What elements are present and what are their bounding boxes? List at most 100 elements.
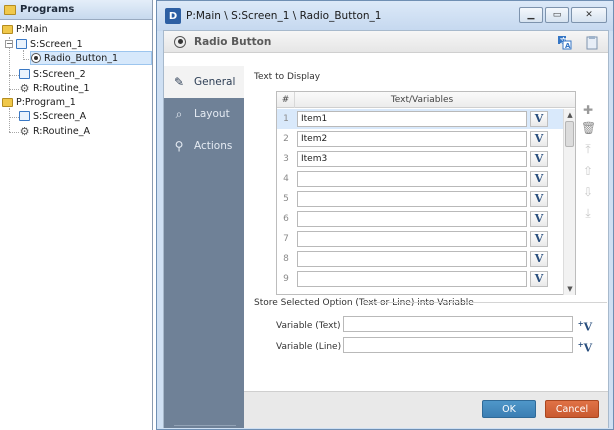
maximize-button[interactable]: ▭ <box>545 7 569 23</box>
delete-icon[interactable]: 🗑 <box>581 121 596 135</box>
row-number: 5 <box>283 194 289 204</box>
close-button[interactable]: ✕ <box>571 7 607 23</box>
move-up-icon[interactable]: ⇧ <box>581 164 595 178</box>
table-row[interactable]: 1 Item1 V <box>277 109 563 129</box>
variable-text-field[interactable] <box>343 316 573 332</box>
variable-text-label: Variable (Text) <box>276 321 341 331</box>
text-variable-field[interactable]: Item2 <box>297 131 527 147</box>
tree-item-program-1[interactable]: P:Program_1 <box>2 95 76 109</box>
text-to-display-title: Text to Display <box>254 72 321 82</box>
row-number: 1 <box>283 114 289 124</box>
window-titlebar[interactable]: D P:Main \ S:Screen_1 \ Radio_Button_1 ▁… <box>157 1 613 31</box>
dialog-footer: OK Cancel <box>244 391 608 428</box>
row-number: 8 <box>283 254 289 264</box>
text-variable-field[interactable] <box>297 211 527 227</box>
scroll-down-icon[interactable]: ▼ <box>564 283 576 295</box>
row-number: 7 <box>283 234 289 244</box>
add-icon[interactable]: ✚ <box>581 103 595 117</box>
general-content: Text to Display # Text/Variables 1 Item1 V… <box>251 66 607 391</box>
tree-item-screen-a[interactable]: S:Screen_A <box>19 109 86 123</box>
table-row[interactable]: 9V <box>277 269 563 289</box>
maximize-icon: ▭ <box>552 10 562 20</box>
pencil-icon: ✎ <box>173 75 185 89</box>
ok-button[interactable]: OK <box>482 400 536 418</box>
gear-icon: ⚙ <box>19 124 30 138</box>
link-icon: ⚲ <box>174 139 184 153</box>
dialog-heading: Radio Button <box>194 35 272 48</box>
programs-title: Programs <box>20 4 75 15</box>
tree-item-radio-button-1[interactable]: Radio_Button_1 <box>30 51 152 65</box>
text-variable-field[interactable] <box>297 191 527 207</box>
tree-item-label: P:Main <box>16 23 48 35</box>
scroll-up-icon[interactable]: ▲ <box>564 109 576 121</box>
insert-variable-button[interactable]: V <box>530 271 548 287</box>
row-number: 4 <box>283 174 289 184</box>
table-row[interactable]: 5V <box>277 189 563 209</box>
magnifier-icon: ⌕ <box>175 107 183 121</box>
nav-actions[interactable]: ⚲ Actions <box>164 130 244 162</box>
row-number: 9 <box>283 274 289 284</box>
tree-item-label: R:Routine_1 <box>33 82 90 94</box>
tree-item-screen-2[interactable]: S:Screen_2 <box>19 67 86 81</box>
clipboard-icon[interactable] <box>584 34 600 50</box>
folder-icon <box>2 24 13 34</box>
nav-layout[interactable]: ⌕ Layout <box>164 98 244 130</box>
row-number: 3 <box>283 154 289 164</box>
insert-variable-button[interactable]: V <box>530 211 548 227</box>
translate-icon[interactable]: 文A <box>556 34 572 50</box>
collapse-icon[interactable]: − <box>5 40 13 48</box>
tree-item-screen-1[interactable]: − S:Screen_1 <box>5 37 83 51</box>
variable-text-v-button[interactable]: +V <box>577 316 593 334</box>
table-row[interactable]: 6V <box>277 209 563 229</box>
text-variable-field[interactable]: Item1 <box>297 111 527 127</box>
table-row[interactable]: 3 Item3 V <box>277 149 563 169</box>
text-variable-field[interactable]: Item3 <box>297 151 527 167</box>
radio-button-icon <box>174 35 186 48</box>
dialog-header: Radio Button 文A <box>164 31 608 53</box>
insert-variable-button[interactable]: V <box>530 231 548 247</box>
table-row[interactable]: 4V <box>277 169 563 189</box>
move-bottom-icon[interactable]: ⤓ <box>581 206 595 220</box>
screen-icon <box>19 111 30 121</box>
text-variable-field[interactable] <box>297 171 527 187</box>
tree-item-main[interactable]: P:Main <box>2 22 48 36</box>
nav-general[interactable]: ✎ General <box>164 66 244 98</box>
scroll-thumb[interactable] <box>565 121 574 147</box>
insert-variable-button[interactable]: V <box>530 131 548 147</box>
insert-variable-button[interactable]: V <box>530 171 548 187</box>
tree-item-routine-a[interactable]: ⚙ R:Routine_A <box>19 124 90 138</box>
dialog-body: Radio Button 文A ✎ General ⌕ Layout ⚲ <box>163 30 609 428</box>
close-icon: ✕ <box>585 10 593 20</box>
text-grid: # Text/Variables 1 Item1 V 2 Item2 V 3 Item3 V 4 V… <box>276 91 576 295</box>
grid-scrollbar[interactable]: ▲ ▼ <box>563 109 575 295</box>
minimize-button[interactable]: ▁ <box>519 7 543 23</box>
radio-button-icon <box>31 53 41 63</box>
nav-divider <box>174 425 236 426</box>
tree-item-label: S:Screen_2 <box>33 68 86 80</box>
screen-icon <box>16 39 27 49</box>
minimize-icon: ▁ <box>527 10 535 20</box>
store-section-title: Store Selected Option (Text or Line) int… <box>254 298 474 308</box>
column-header-text: Text/Variables <box>390 95 454 105</box>
tree-item-routine-1[interactable]: ⚙ R:Routine_1 <box>19 81 90 95</box>
insert-variable-button[interactable]: V <box>530 251 548 267</box>
text-variable-field[interactable] <box>297 251 527 267</box>
insert-variable-button[interactable]: V <box>530 151 548 167</box>
table-row[interactable]: 8V <box>277 249 563 269</box>
variable-line-label: Variable (Line) <box>276 342 342 352</box>
column-header-number: # <box>277 92 295 108</box>
table-row[interactable]: 7V <box>277 229 563 249</box>
text-variable-field[interactable] <box>297 271 527 287</box>
window-title: P:Main \ S:Screen_1 \ Radio_Button_1 <box>186 10 382 22</box>
insert-variable-button[interactable]: V <box>530 191 548 207</box>
move-top-icon[interactable]: ⤒ <box>581 142 595 156</box>
cancel-button[interactable]: Cancel <box>545 400 599 418</box>
nav-label: Layout <box>194 108 230 120</box>
table-row[interactable]: 2 Item2 V <box>277 129 563 149</box>
tree-item-label: S:Screen_A <box>33 110 87 122</box>
insert-variable-button[interactable]: V <box>530 111 548 127</box>
variable-line-v-button[interactable]: +V <box>577 337 593 355</box>
text-variable-field[interactable] <box>297 231 527 247</box>
move-down-icon[interactable]: ⇩ <box>581 185 595 199</box>
variable-line-field[interactable] <box>343 337 573 353</box>
